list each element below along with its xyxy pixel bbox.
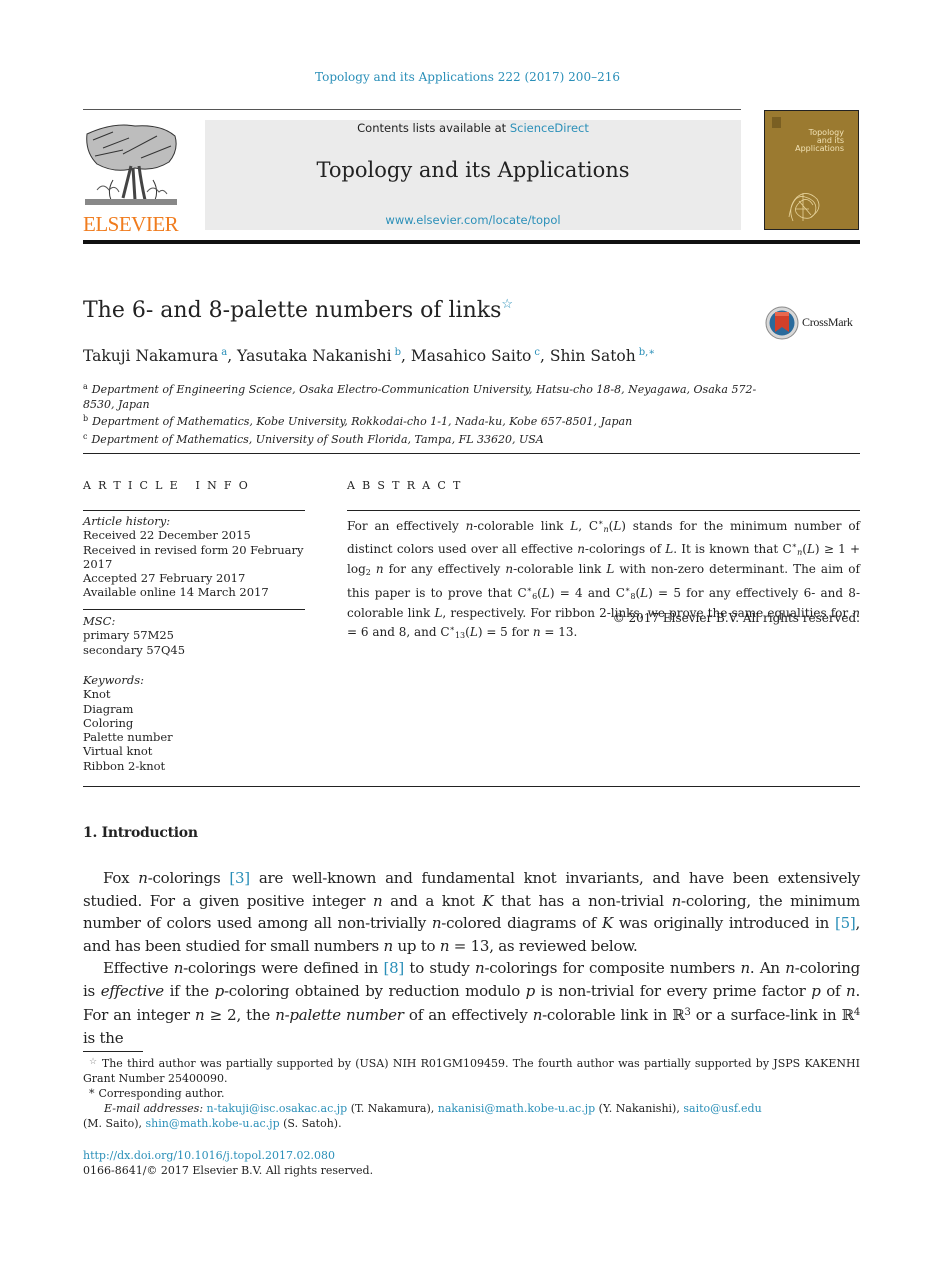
history-item: Available online 14 March 2017 [83, 585, 269, 600]
keywords: Keywords: Knot Diagram Coloring Palette … [83, 673, 305, 773]
affiliation: c Department of Mathematics, University o… [83, 431, 544, 446]
msc-item: secondary 57Q45 [83, 642, 186, 657]
abstract-heading: ABSTRACT [347, 479, 468, 492]
history-item: Received in revised form 20 February 201… [83, 542, 304, 571]
elsevier-logo[interactable]: ELSEVIER [83, 120, 181, 236]
affiliation: b Department of Mathematics, Kobe Univers… [83, 414, 633, 428]
email-link[interactable]: n-takuji@isc.osakac.ac.jp [207, 1102, 348, 1115]
elsevier-emblem-icon [772, 117, 781, 128]
article-info-heading: ARTICLE INFO [83, 479, 255, 492]
cover-title: Topology and its Applications [795, 128, 844, 153]
funding-footnote: ☆ The third author was partially supporte… [83, 1057, 860, 1085]
abstract-rule [347, 510, 860, 511]
elsevier-wordmark: ELSEVIER [83, 212, 179, 236]
journal-name: Topology and its Applications [316, 158, 630, 182]
article-info-rule [83, 609, 305, 610]
crossmark-icon [765, 306, 799, 340]
email-footnote-cont: (M. Saito), shin@math.kobe-u.ac.jp (S. S… [83, 1117, 342, 1130]
section-divider [83, 453, 860, 454]
masthead-top-rule [83, 109, 741, 110]
citation-link[interactable]: [5] [835, 914, 856, 932]
keyword[interactable]: Ribbon 2-knot [83, 759, 305, 773]
keyword[interactable]: Virtual knot [83, 744, 305, 758]
cover-knot-art-icon [788, 193, 820, 222]
contents-available-line: Contents lists available at ScienceDirec… [357, 121, 589, 135]
affiliation: a Department of Engineering Science, Osak… [83, 382, 757, 411]
msc-codes: MSC: primary 57M25 secondary 57Q45 [83, 614, 305, 657]
elsevier-tree-icon [83, 120, 179, 208]
email-link[interactable]: shin@math.kobe-u.ac.jp [146, 1117, 280, 1130]
keyword[interactable]: Knot [83, 687, 305, 701]
body-paragraph: Fox n-colorings [3] are well-known and f… [83, 869, 861, 955]
article-history: Article history: Received 22 December 20… [83, 514, 304, 600]
keyword[interactable]: Diagram [83, 702, 305, 716]
footnote-rule [83, 1051, 143, 1052]
journal-homepage-link[interactable]: www.elsevier.com/locate/topol [205, 213, 741, 227]
section-divider [83, 786, 860, 787]
author-list: Takuji Nakamura a, Yasutaka Nakanishi b, M… [83, 347, 656, 365]
footnotes: ☆ The third author was partially supporte… [83, 1055, 860, 1131]
affiliation-marker[interactable]: c [534, 347, 540, 358]
msc-item: primary 57M25 [83, 628, 174, 643]
author-name[interactable]: Shin Satoh [550, 347, 636, 365]
corresponding-footnote: * Corresponding author. [89, 1087, 225, 1100]
section-heading-introduction: 1. Introduction [83, 825, 198, 841]
affiliation-marker[interactable]: a [221, 347, 227, 358]
doi-block: http://dx.doi.org/10.1016/j.topol.2017.0… [83, 1148, 373, 1178]
crossmark-badge[interactable]: CrossMark [764, 304, 864, 344]
body-paragraph: Effective n-colorings were defined in [8… [83, 959, 860, 1047]
journal-masthead: Contents lists available at ScienceDirec… [205, 120, 741, 230]
author-name[interactable]: Takuji Nakamura [83, 347, 218, 365]
journal-cover-thumbnail[interactable]: Topology and its Applications [764, 110, 859, 230]
author-name[interactable]: Yasutaka Nakanishi [237, 347, 392, 365]
journal-reference[interactable]: Topology and its Applications 222 (2017)… [0, 70, 935, 84]
history-item: Accepted 27 February 2017 [83, 571, 246, 586]
doi-link[interactable]: http://dx.doi.org/10.1016/j.topol.2017.0… [83, 1148, 373, 1163]
abstract-copyright: © 2017 Elsevier B.V. All rights reserved… [612, 611, 860, 625]
star-icon: ☆ [89, 1057, 98, 1067]
author-name[interactable]: Masahico Saito [411, 347, 532, 365]
keyword[interactable]: Coloring [83, 716, 305, 730]
masthead-bottom-rule [83, 240, 860, 244]
keyword[interactable]: Palette number [83, 730, 305, 744]
article-info-rule [83, 510, 305, 511]
email-link[interactable]: saito@usf.edu [683, 1102, 761, 1115]
affiliation-marker[interactable]: b [395, 347, 401, 358]
citation-link[interactable]: [8] [384, 959, 405, 977]
history-item: Received 22 December 2015 [83, 528, 251, 543]
paper-title: The 6- and 8-palette numbers of links☆ [83, 297, 514, 323]
email-link[interactable]: nakanisi@math.kobe-u.ac.jp [438, 1102, 595, 1115]
affiliations: a Department of Engineering Science, Osak… [83, 380, 783, 447]
affiliation-marker[interactable]: b,∗ [639, 347, 655, 358]
email-footnote: E-mail addresses: n-takuji@isc.osakac.ac… [104, 1102, 762, 1115]
sciencedirect-link[interactable]: ScienceDirect [510, 121, 589, 135]
issn-copyright: 0166-8641/© 2017 Elsevier B.V. All right… [83, 1164, 374, 1177]
citation-link[interactable]: [3] [229, 869, 250, 887]
star-icon[interactable]: ☆ [501, 297, 513, 312]
